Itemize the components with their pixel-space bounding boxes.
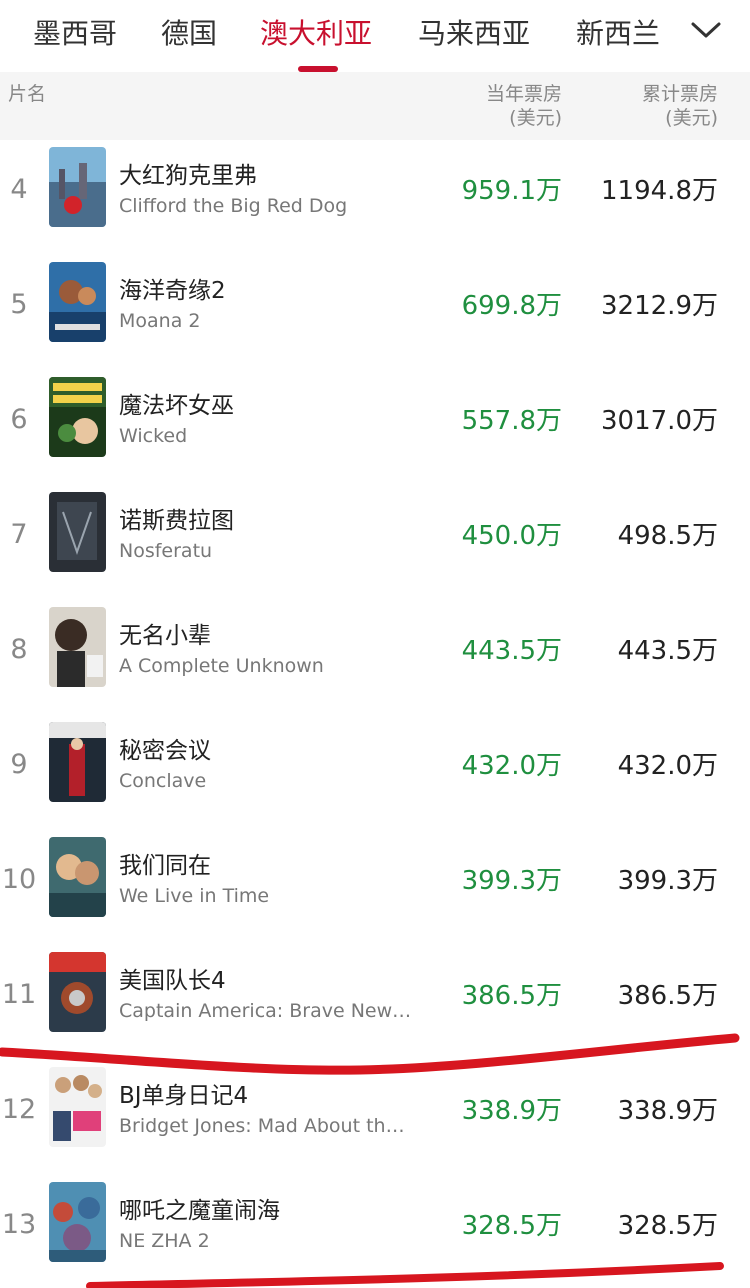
title-chinese: 美国队长4	[119, 968, 226, 994]
tab-australia[interactable]: 澳大利亚	[260, 12, 372, 52]
total-box-office: 3017.0万	[601, 406, 718, 436]
title-english: Clifford the Big Red Dog	[119, 195, 348, 217]
title-chinese: 大红狗克里弗	[119, 163, 257, 189]
header-total-box[interactable]: 累计票房 (美元)	[642, 82, 718, 130]
title-chinese: 哪吒之魔童闹海	[119, 1198, 280, 1224]
poster-image	[49, 492, 106, 572]
title-chinese: 无名小辈	[119, 623, 211, 649]
table-row[interactable]: 8 无名小辈 A Complete Unknown 443.5万 443.5万	[0, 600, 750, 715]
table-row[interactable]: 4 大红狗克里弗 Clifford the Big Red Dog 959.1万…	[0, 140, 750, 255]
title-english: NE ZHA 2	[119, 1230, 210, 1252]
poster-image	[49, 607, 106, 687]
total-box-office: 338.9万	[617, 1096, 718, 1126]
table-row[interactable]: 5 海洋奇缘2 Moana 2 699.8万 3212.9万	[0, 255, 750, 370]
title-english: A Complete Unknown	[119, 655, 324, 677]
title-chinese: 海洋奇缘2	[119, 278, 226, 304]
poster-image	[49, 1182, 106, 1262]
title-english: Moana 2	[119, 310, 201, 332]
total-box-office: 328.5万	[617, 1211, 718, 1241]
total-box-office: 1194.8万	[601, 176, 718, 206]
year-box-office: 699.8万	[461, 291, 562, 321]
title-chinese: BJ单身日记4	[119, 1083, 249, 1109]
year-box-office: 338.9万	[461, 1096, 562, 1126]
poster-image	[49, 147, 106, 227]
tab-mexico[interactable]: 墨西哥	[33, 12, 117, 52]
rank-number: 11	[1, 979, 37, 1010]
rank-number: 9	[10, 749, 28, 780]
total-box-office: 386.5万	[617, 981, 718, 1011]
header-total-box-label: 累计票房	[641, 83, 718, 105]
header-year-box-label: 当年票房	[485, 83, 562, 105]
tab-malaysia[interactable]: 马来西亚	[418, 12, 530, 52]
year-box-office: 386.5万	[461, 981, 562, 1011]
header-year-box[interactable]: 当年票房 (美元)	[486, 82, 562, 130]
table-row[interactable]: 7 诺斯费拉图 Nosferatu 450.0万 498.5万	[0, 485, 750, 600]
title-english: Nosferatu	[119, 540, 213, 562]
table-row[interactable]: 9 秘密会议 Conclave 432.0万 432.0万	[0, 715, 750, 830]
rank-number: 12	[1, 1094, 37, 1125]
header-total-box-unit: (美元)	[665, 107, 718, 129]
year-box-office: 443.5万	[461, 636, 562, 666]
title-english: We Live in Time	[119, 885, 270, 907]
total-box-office: 3212.9万	[601, 291, 718, 321]
total-box-office: 399.3万	[617, 866, 718, 896]
year-box-office: 959.1万	[461, 176, 562, 206]
poster-image	[49, 262, 106, 342]
total-box-office: 432.0万	[617, 751, 718, 781]
rank-number: 7	[10, 519, 28, 550]
table-row[interactable]: 10 我们同在 We Live in Time 399.3万 399.3万	[0, 830, 750, 945]
rank-number: 5	[10, 289, 28, 320]
poster-image	[49, 377, 106, 457]
year-box-office: 432.0万	[461, 751, 562, 781]
title-chinese: 秘密会议	[119, 738, 211, 764]
header-year-box-unit: (美元)	[509, 107, 562, 129]
year-box-office: 557.8万	[461, 406, 562, 436]
table-row[interactable]: 13 哪吒之魔童闹海 NE ZHA 2 328.5万 328.5万	[0, 1175, 750, 1288]
title-english: Bridget Jones: Mad About th…	[119, 1115, 405, 1137]
table-row[interactable]: 12 BJ单身日记4 Bridget Jones: Mad About th… …	[0, 1060, 750, 1175]
year-box-office: 328.5万	[461, 1211, 562, 1241]
poster-image	[49, 722, 106, 802]
tab-germany[interactable]: 德国	[161, 12, 217, 52]
country-tabs: 墨西哥 德国 澳大利亚 马来西亚 新西兰	[0, 0, 750, 72]
poster-image	[49, 837, 106, 917]
table-row[interactable]: 11 美国队长4 Captain America: Brave New… 386…	[0, 945, 750, 1060]
total-box-office: 498.5万	[617, 521, 718, 551]
rank-number: 8	[10, 634, 28, 665]
title-chinese: 我们同在	[119, 853, 211, 879]
poster-image	[49, 1067, 106, 1147]
title-english: Captain America: Brave New…	[119, 1000, 412, 1022]
chevron-down-icon[interactable]	[688, 16, 724, 44]
header-film: 片名	[8, 83, 47, 105]
title-english: Wicked	[119, 425, 188, 447]
rank-number: 4	[10, 174, 28, 205]
tab-new-zealand[interactable]: 新西兰	[576, 12, 660, 52]
rank-number: 10	[1, 864, 37, 895]
table-row[interactable]: 6 魔法坏女巫 Wicked 557.8万 3017.0万	[0, 370, 750, 485]
total-box-office: 443.5万	[617, 636, 718, 666]
title-chinese: 诺斯费拉图	[119, 508, 234, 534]
poster-image	[49, 952, 106, 1032]
rank-number: 6	[10, 404, 28, 435]
year-box-office: 399.3万	[461, 866, 562, 896]
year-box-office: 450.0万	[461, 521, 562, 551]
title-english: Conclave	[119, 770, 207, 792]
title-chinese: 魔法坏女巫	[119, 393, 234, 419]
rank-number: 13	[1, 1209, 37, 1240]
table-header: 片名 当年票房 (美元) 累计票房 (美元)	[0, 72, 750, 140]
